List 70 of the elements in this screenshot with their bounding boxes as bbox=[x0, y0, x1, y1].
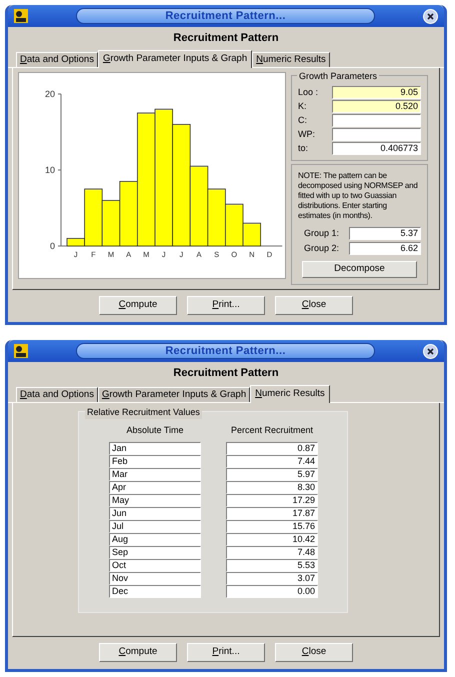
table-cell: 7.48 bbox=[226, 546, 318, 558]
dialog-button[interactable]: Print... bbox=[187, 643, 265, 662]
app-icon bbox=[14, 344, 28, 358]
window-title: Recruitment Pattern... bbox=[76, 343, 375, 359]
input-field[interactable]: 9.05 bbox=[332, 86, 421, 99]
dialog-button[interactable]: Compute bbox=[99, 296, 177, 315]
table-cell: 17.87 bbox=[226, 506, 318, 520]
app-icon bbox=[14, 9, 28, 23]
table-cell: 0.00 bbox=[226, 584, 318, 598]
table-cell: 5.97 bbox=[226, 468, 318, 480]
tab[interactable]: Data and Options bbox=[16, 52, 98, 66]
note-text: NOTE: The pattern can be decomposed using NORMSEP and fitted with up to two Guassian distributions. Enter starting estimates (in months). bbox=[298, 170, 419, 220]
input-field[interactable]: 0.520 bbox=[332, 100, 421, 113]
field-label: C: bbox=[298, 114, 308, 127]
field-label: Group 1: bbox=[304, 226, 340, 240]
table-cell: Sep bbox=[109, 546, 201, 558]
table-cell: Dec bbox=[109, 584, 201, 598]
table-cell: 10.42 bbox=[226, 532, 318, 546]
bar bbox=[207, 188, 226, 246]
input-field[interactable] bbox=[332, 114, 421, 127]
tab[interactable]: Numeric Results bbox=[250, 384, 330, 402]
dialog-button[interactable]: Print... bbox=[187, 296, 265, 315]
table-cell: Mar bbox=[109, 468, 201, 480]
dialog-button[interactable]: Close bbox=[275, 296, 353, 315]
close-button[interactable] bbox=[423, 344, 438, 358]
table-cell: Jun bbox=[109, 506, 201, 520]
y-tick-label: 10 bbox=[44, 164, 55, 174]
input-field[interactable] bbox=[332, 128, 421, 141]
table-cell: Feb bbox=[109, 454, 201, 468]
column-header: Percent Recruitment bbox=[230, 424, 314, 436]
close-icon bbox=[427, 348, 434, 354]
field-label: K: bbox=[298, 100, 308, 113]
field-label: Group 2: bbox=[304, 242, 340, 255]
tab[interactable]: Growth Parameter Inputs & Graph bbox=[98, 50, 252, 68]
decompose-button[interactable]: Decompose bbox=[302, 260, 417, 278]
close-button[interactable] bbox=[423, 8, 438, 24]
bar bbox=[102, 200, 120, 246]
y-tick-label: 20 bbox=[44, 88, 55, 98]
window-title: Recruitment Pattern... bbox=[76, 8, 375, 24]
table-cell: 8.30 bbox=[226, 480, 318, 494]
table-cell: Aug bbox=[109, 532, 201, 546]
field-label: to: bbox=[298, 142, 310, 155]
dialog-heading: Recruitment Pattern bbox=[172, 366, 280, 381]
table-cell: Nov bbox=[109, 572, 201, 584]
table-cell: Jan bbox=[109, 442, 201, 454]
table-cell: Oct bbox=[109, 558, 201, 572]
dialog-heading: Recruitment Pattern bbox=[172, 31, 280, 46]
dialog-button[interactable]: Compute bbox=[99, 643, 177, 662]
table-cell: 7.44 bbox=[226, 454, 318, 468]
table-cell: May bbox=[109, 494, 201, 506]
field-label: Loo : bbox=[298, 86, 320, 99]
table-cell: 3.07 bbox=[226, 572, 318, 584]
tab[interactable]: Data and Options bbox=[16, 386, 98, 402]
table-cell: 5.53 bbox=[226, 558, 318, 572]
dialog-button[interactable]: Close bbox=[275, 643, 353, 662]
input-field[interactable]: 0.406773 bbox=[332, 142, 421, 155]
table-cell: Jul bbox=[109, 520, 201, 532]
tab[interactable]: Growth Parameter Inputs & Graph bbox=[98, 386, 250, 402]
input-field[interactable]: 5.37 bbox=[349, 226, 421, 240]
table-cell: Apr bbox=[109, 480, 201, 494]
input-field[interactable]: 6.62 bbox=[349, 242, 421, 256]
table-cell: 0.87 bbox=[226, 442, 318, 454]
y-tick-label: 0 bbox=[50, 240, 55, 250]
field-label: WP: bbox=[298, 128, 316, 141]
table-cell: 15.76 bbox=[226, 520, 318, 532]
group-title: Relative Recruitment Values bbox=[85, 406, 202, 419]
close-icon bbox=[427, 12, 434, 20]
table-cell: 17.29 bbox=[226, 494, 318, 506]
tab[interactable]: Numeric Results bbox=[252, 52, 330, 66]
column-header: Absolute Time bbox=[125, 424, 185, 436]
